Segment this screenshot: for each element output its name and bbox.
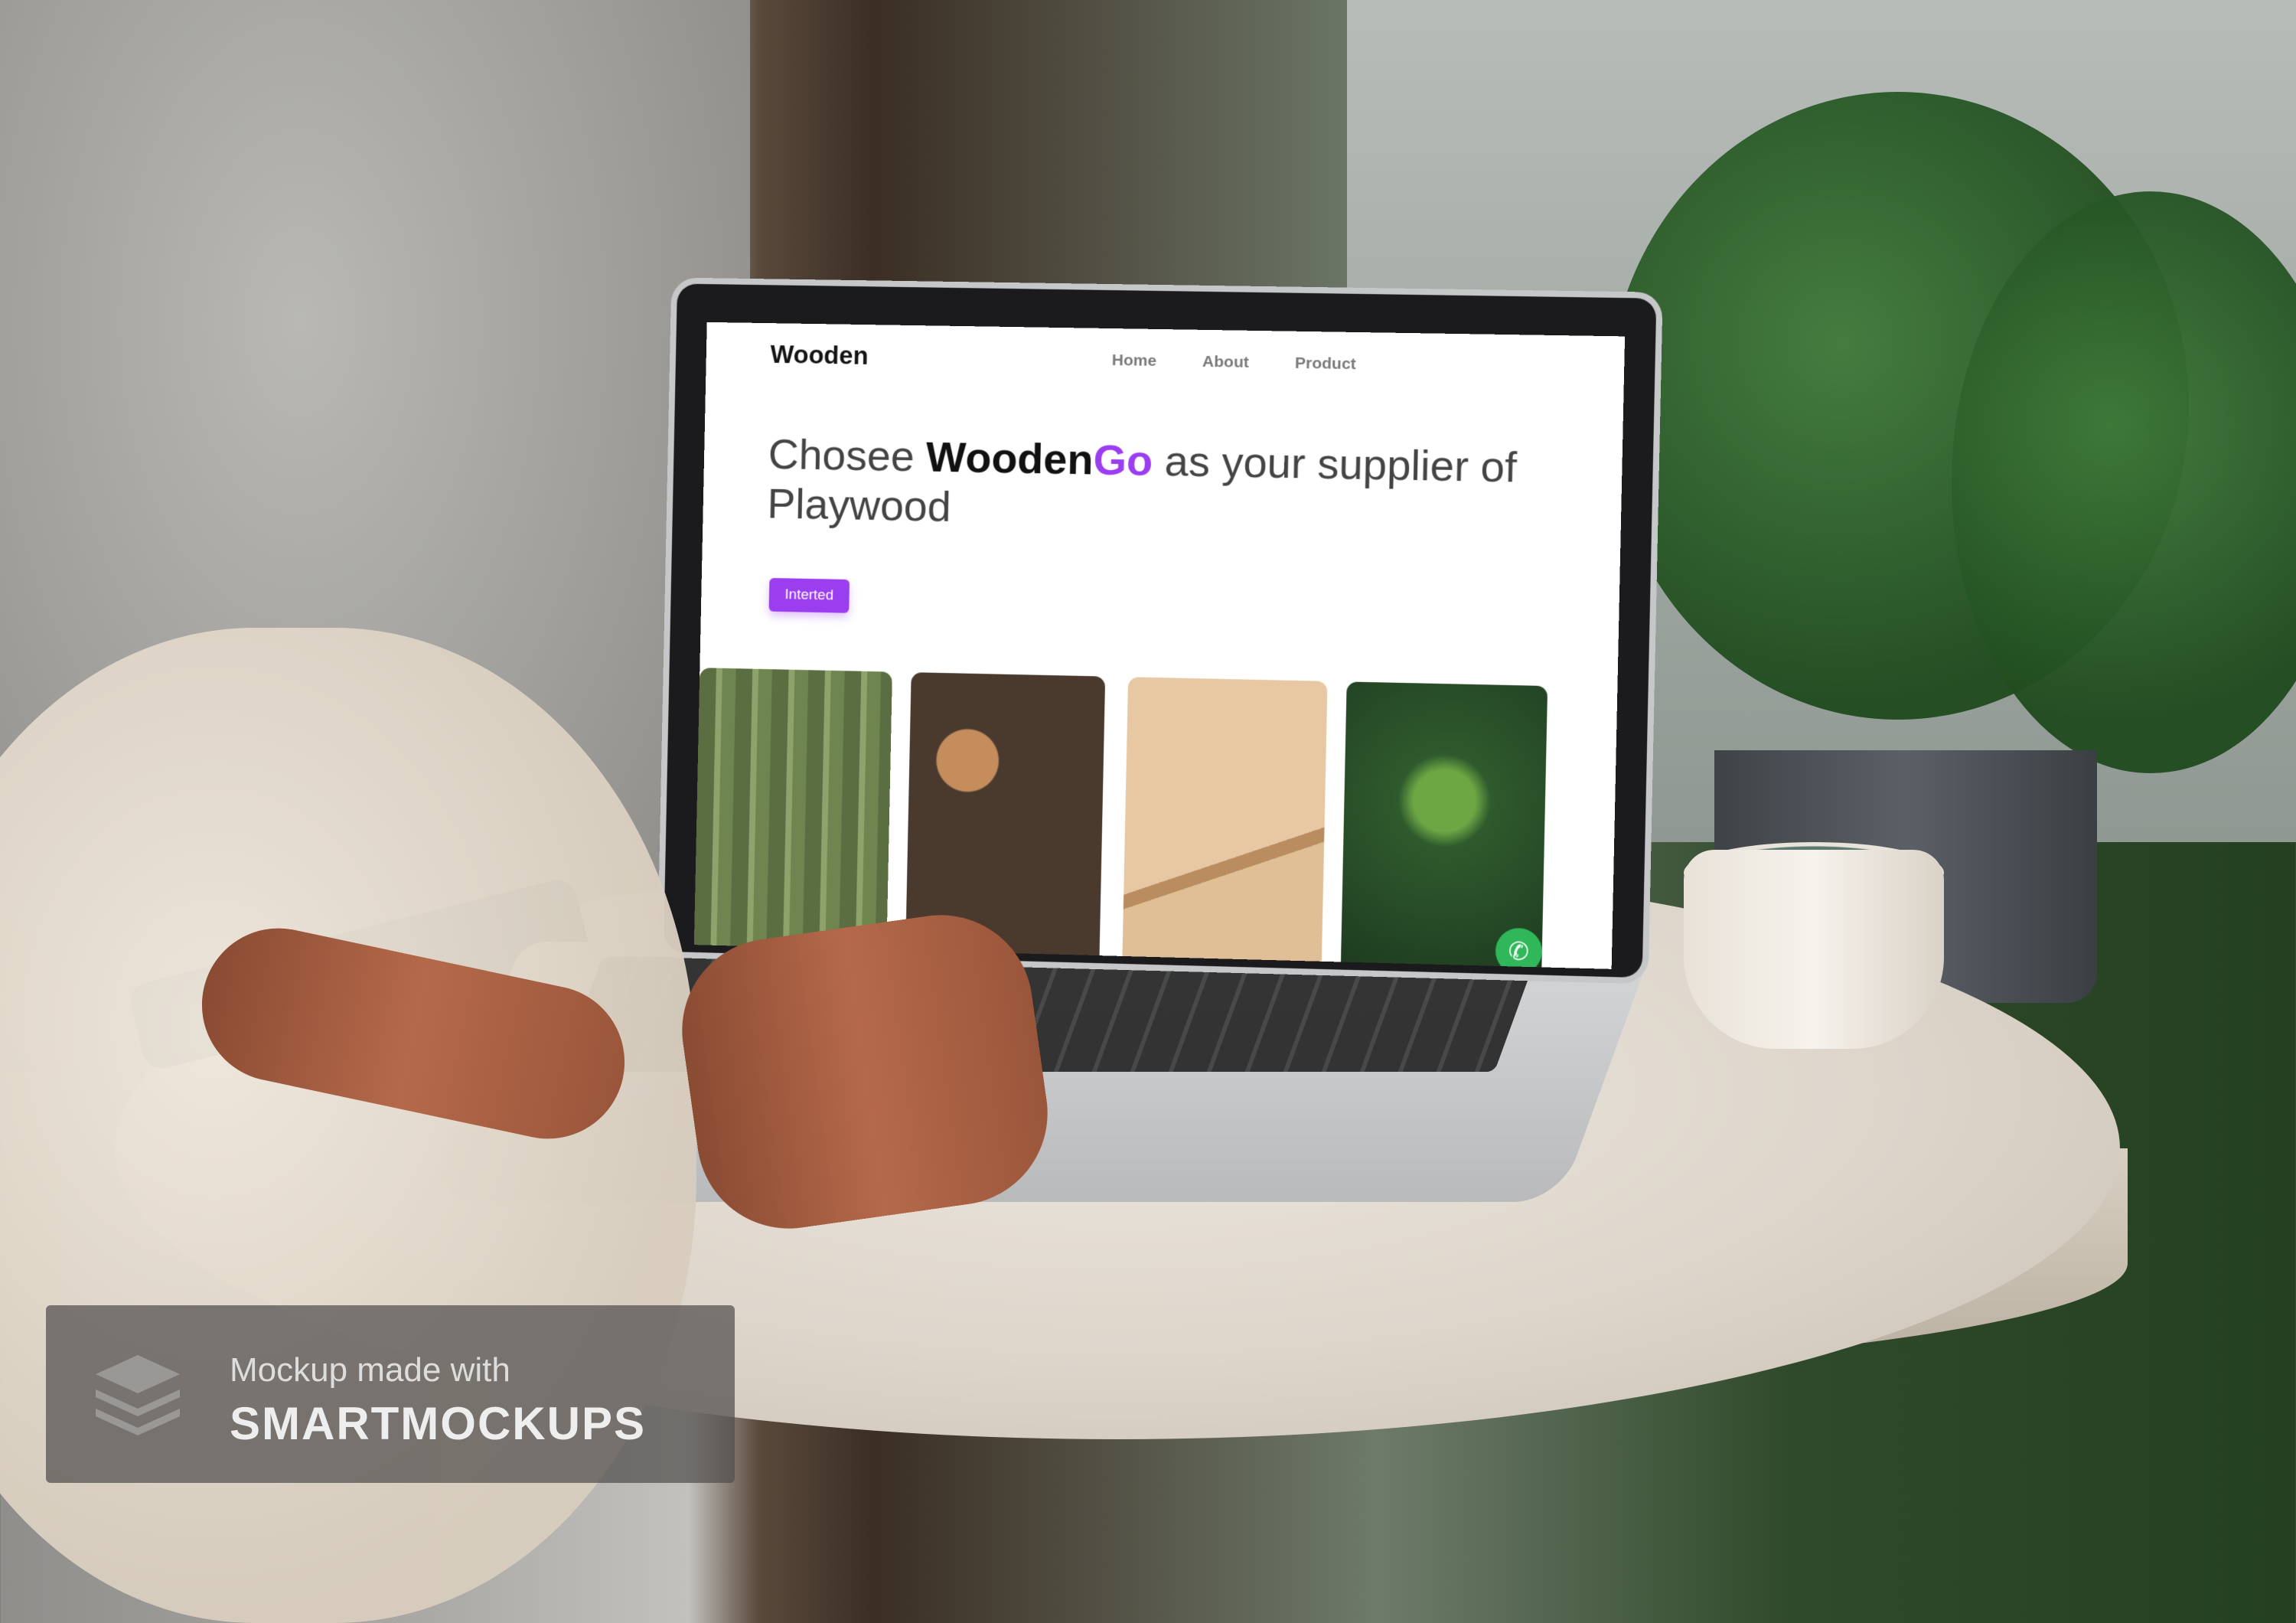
gallery-image-seedling[interactable]: [1341, 681, 1548, 968]
layers-icon: [88, 1347, 188, 1439]
nav-about[interactable]: About: [1202, 353, 1249, 372]
hero-brand-accent: Go: [1093, 436, 1153, 485]
gallery-image-plywood[interactable]: [1122, 677, 1327, 969]
site-header: Wooden Home About Product: [706, 322, 1625, 398]
image-gallery: [694, 668, 1618, 969]
gallery-image-forest[interactable]: [694, 668, 892, 962]
site-logo[interactable]: Wooden: [770, 340, 869, 371]
hero-brand-main: Wooden: [925, 433, 1094, 484]
laptop-screen: Wooden Home About Product Chosee WoodenG…: [694, 322, 1625, 969]
interested-button[interactable]: Interted: [769, 578, 850, 613]
nav-product[interactable]: Product: [1295, 354, 1356, 374]
smartmockups-watermark: Mockup made with SMARTMOCKUPS: [46, 1305, 735, 1483]
cup: [1684, 850, 1944, 1049]
right-hand: [670, 903, 1059, 1240]
watermark-line1: Mockup made with: [230, 1351, 510, 1390]
hero-suffix: as your supplier of: [1153, 436, 1518, 491]
nav-home[interactable]: Home: [1112, 351, 1157, 371]
hero-heading: Chosee WoodenGo as your supplier of Play…: [767, 429, 1534, 543]
nav-links: Home About Product: [1112, 351, 1356, 374]
hero-prefix: Chosee: [768, 429, 926, 480]
watermark-line2: SMARTMOCKUPS: [230, 1397, 646, 1450]
